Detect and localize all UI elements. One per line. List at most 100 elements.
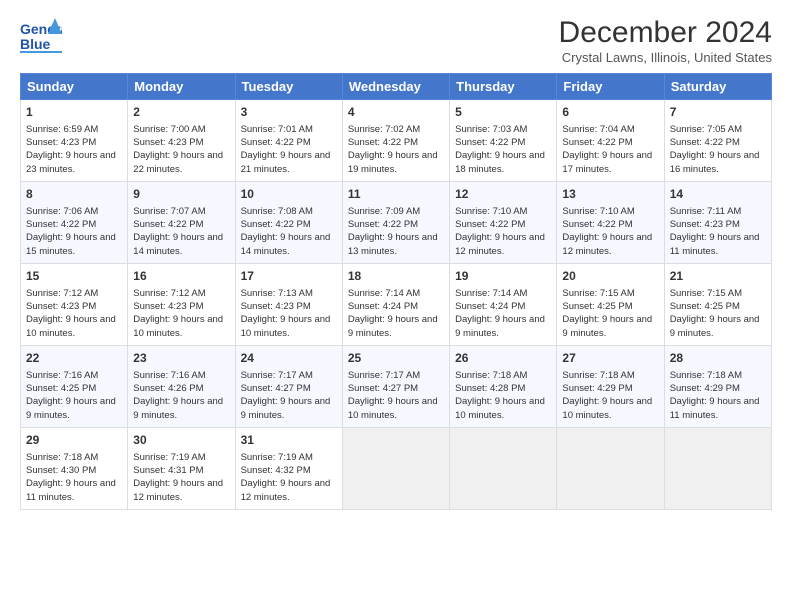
daylight-label: Daylight: 9 hours and 9 minutes. [670,314,760,338]
calendar-cell: 24Sunrise: 7:17 AMSunset: 4:27 PMDayligh… [235,346,342,428]
sunset-label: Sunset: 4:27 PM [241,383,311,394]
calendar-cell: 16Sunrise: 7:12 AMSunset: 4:23 PMDayligh… [128,264,235,346]
sunset-label: Sunset: 4:25 PM [670,301,740,312]
day-number: 8 [26,186,122,203]
calendar-cell: 26Sunrise: 7:18 AMSunset: 4:28 PMDayligh… [450,346,557,428]
daylight-label: Daylight: 9 hours and 11 minutes. [670,232,760,256]
sunset-label: Sunset: 4:25 PM [26,383,96,394]
sunrise-label: Sunrise: 7:00 AM [133,124,205,135]
daylight-label: Daylight: 9 hours and 10 minutes. [241,314,331,338]
sunset-label: Sunset: 4:31 PM [133,465,203,476]
sunset-label: Sunset: 4:27 PM [348,383,418,394]
day-number: 31 [241,432,337,449]
svg-text:Blue: Blue [20,36,51,52]
daylight-label: Daylight: 9 hours and 10 minutes. [562,396,652,420]
sunrise-label: Sunrise: 7:08 AM [241,206,313,217]
daylight-label: Daylight: 9 hours and 9 minutes. [241,396,331,420]
calendar-cell: 14 Sunrise: 7:11 AM Sunset: 4:23 PM Dayligh… [664,182,771,264]
col-tuesday: Tuesday [235,74,342,100]
sunset-label: Sunset: 4:24 PM [455,301,525,312]
daylight-label: Daylight: 9 hours and 12 minutes. [133,478,223,502]
calendar-cell [450,428,557,510]
daylight-label: Daylight: 9 hours and 12 minutes. [241,478,331,502]
calendar-cell: 13Sunrise: 7:10 AMSunset: 4:22 PMDayligh… [557,182,664,264]
day-number: 18 [348,268,444,285]
day-number: 5 [455,104,551,121]
calendar-cell: 11Sunrise: 7:09 AMSunset: 4:22 PMDayligh… [342,182,449,264]
day-number: 21 [670,268,766,285]
sunrise-label: Sunrise: 7:04 AM [562,124,634,135]
col-monday: Monday [128,74,235,100]
logo-icon: General Blue [20,16,62,54]
sunrise-label: Sunrise: 7:15 AM [562,288,634,299]
sunset-label: Sunset: 4:22 PM [455,137,525,148]
sunrise-label: Sunrise: 7:05 AM [670,124,742,135]
calendar-cell: 18Sunrise: 7:14 AMSunset: 4:24 PMDayligh… [342,264,449,346]
daylight-label: Daylight: 9 hours and 9 minutes. [562,314,652,338]
calendar-cell: 23Sunrise: 7:16 AMSunset: 4:26 PMDayligh… [128,346,235,428]
month-title: December 2024 [559,16,772,50]
sunrise-label: Sunrise: 7:07 AM [133,206,205,217]
day-number: 30 [133,432,229,449]
day-number: 12 [455,186,551,203]
sunrise-label: Sunrise: 7:18 AM [670,370,742,381]
day-number: 23 [133,350,229,367]
sunrise-label: Sunrise: 7:19 AM [133,452,205,463]
daylight-label: Daylight: 9 hours and 10 minutes. [455,396,545,420]
daylight-label: Daylight: 9 hours and 9 minutes. [455,314,545,338]
calendar-table: Sunday Monday Tuesday Wednesday Thursday… [20,73,772,510]
col-wednesday: Wednesday [342,74,449,100]
sunrise-label: Sunrise: 7:19 AM [241,452,313,463]
sunrise-label: Sunrise: 7:11 AM [670,206,742,217]
day-number: 20 [562,268,658,285]
sunset-label: Sunset: 4:23 PM [670,219,740,230]
sunset-label: Sunset: 4:29 PM [562,383,632,394]
page-header: General Blue December 2024 Crystal Lawns… [20,16,772,65]
sunrise-label: Sunrise: 7:13 AM [241,288,313,299]
calendar-cell [342,428,449,510]
sunset-label: Sunset: 4:22 PM [348,137,418,148]
daylight-label: Daylight: 9 hours and 14 minutes. [241,232,331,256]
calendar-cell: 20Sunrise: 7:15 AMSunset: 4:25 PMDayligh… [557,264,664,346]
daylight-label: Daylight: 9 hours and 21 minutes. [241,150,331,174]
sunrise-label: Sunrise: 7:10 AM [455,206,527,217]
calendar-cell: 12 Sunrise: 7:10 AM Sunset: 4:22 PM Dayligh… [450,182,557,264]
daylight-label: Daylight: 9 hours and 12 minutes. [455,232,545,256]
sunrise-label: Sunrise: 7:18 AM [562,370,634,381]
day-number: 28 [670,350,766,367]
day-number: 13 [562,186,658,203]
day-number: 19 [455,268,551,285]
sunset-label: Sunset: 4:32 PM [241,465,311,476]
sunrise-label: Sunrise: 6:59 AM [26,124,98,135]
day-number: 2 [133,104,229,121]
sunrise-label: Sunrise: 7:06 AM [26,206,98,217]
calendar-cell: 15Sunrise: 7:12 AMSunset: 4:23 PMDayligh… [21,264,128,346]
sunrise-label: Sunrise: 7:15 AM [670,288,742,299]
day-number: 15 [26,268,122,285]
sunrise-label: Sunrise: 7:12 AM [133,288,205,299]
daylight-label: Daylight: 9 hours and 13 minutes. [348,232,438,256]
calendar-cell: 2Sunrise: 7:00 AMSunset: 4:23 PMDaylight… [128,100,235,182]
sunrise-label: Sunrise: 7:12 AM [26,288,98,299]
daylight-label: Daylight: 9 hours and 16 minutes. [670,150,760,174]
sunset-label: Sunset: 4:22 PM [241,219,311,230]
location: Crystal Lawns, Illinois, United States [559,50,772,65]
sunset-label: Sunset: 4:22 PM [26,219,96,230]
calendar-cell: 27Sunrise: 7:18 AMSunset: 4:29 PMDayligh… [557,346,664,428]
sunset-label: Sunset: 4:22 PM [455,219,525,230]
col-saturday: Saturday [664,74,771,100]
sunset-label: Sunset: 4:23 PM [241,301,311,312]
day-number: 4 [348,104,444,121]
calendar-cell: 17Sunrise: 7:13 AMSunset: 4:23 PMDayligh… [235,264,342,346]
day-number: 14 [670,186,766,203]
daylight-label: Daylight: 9 hours and 10 minutes. [348,396,438,420]
day-number: 24 [241,350,337,367]
calendar-header-row: Sunday Monday Tuesday Wednesday Thursday… [21,74,772,100]
logo: General Blue [20,16,62,54]
calendar-cell: 25Sunrise: 7:17 AMSunset: 4:27 PMDayligh… [342,346,449,428]
day-number: 22 [26,350,122,367]
daylight-label: Daylight: 9 hours and 14 minutes. [133,232,223,256]
calendar-cell: 30 Sunrise: 7:19 AM Sunset: 4:31 PM Dayligh… [128,428,235,510]
sunrise-label: Sunrise: 7:09 AM [348,206,420,217]
sunset-label: Sunset: 4:30 PM [26,465,96,476]
